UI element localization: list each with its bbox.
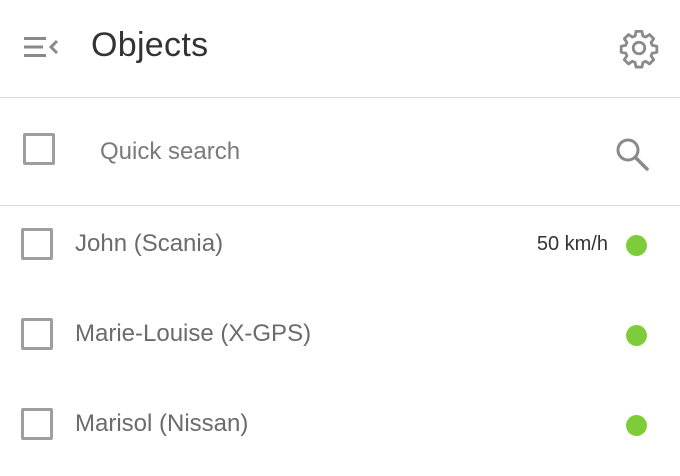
settings-button[interactable] [618,27,660,69]
gear-icon [619,29,659,69]
row-checkbox[interactable] [21,318,53,350]
row-checkbox[interactable] [21,228,53,260]
object-name: Marisol (Nissan) [75,410,249,437]
list-item[interactable]: John (Scania) 50 km/h [0,206,680,296]
search-icon [616,138,649,171]
object-list: John (Scania) 50 km/h Marie-Louise (X-GP… [0,206,680,476]
search-bar [0,99,680,206]
object-name: John (Scania) [75,230,224,257]
status-indicator [626,235,647,256]
object-speed: 50 km/h [536,233,608,255]
search-input[interactable] [88,129,588,175]
object-name: Marie-Louise (X-GPS) [75,320,312,347]
row-checkbox[interactable] [21,408,53,440]
status-indicator [626,325,647,346]
list-item[interactable]: Marie-Louise (X-GPS) [0,296,680,386]
menu-collapse-button[interactable] [22,32,62,62]
list-item[interactable]: Marisol (Nissan) [0,386,680,476]
search-button[interactable] [612,134,652,174]
page-title: Objects [91,26,209,64]
menu-collapse-icon [24,37,59,57]
select-all-checkbox[interactable] [23,133,55,165]
status-indicator [626,415,647,436]
app-header: Objects [0,0,680,98]
